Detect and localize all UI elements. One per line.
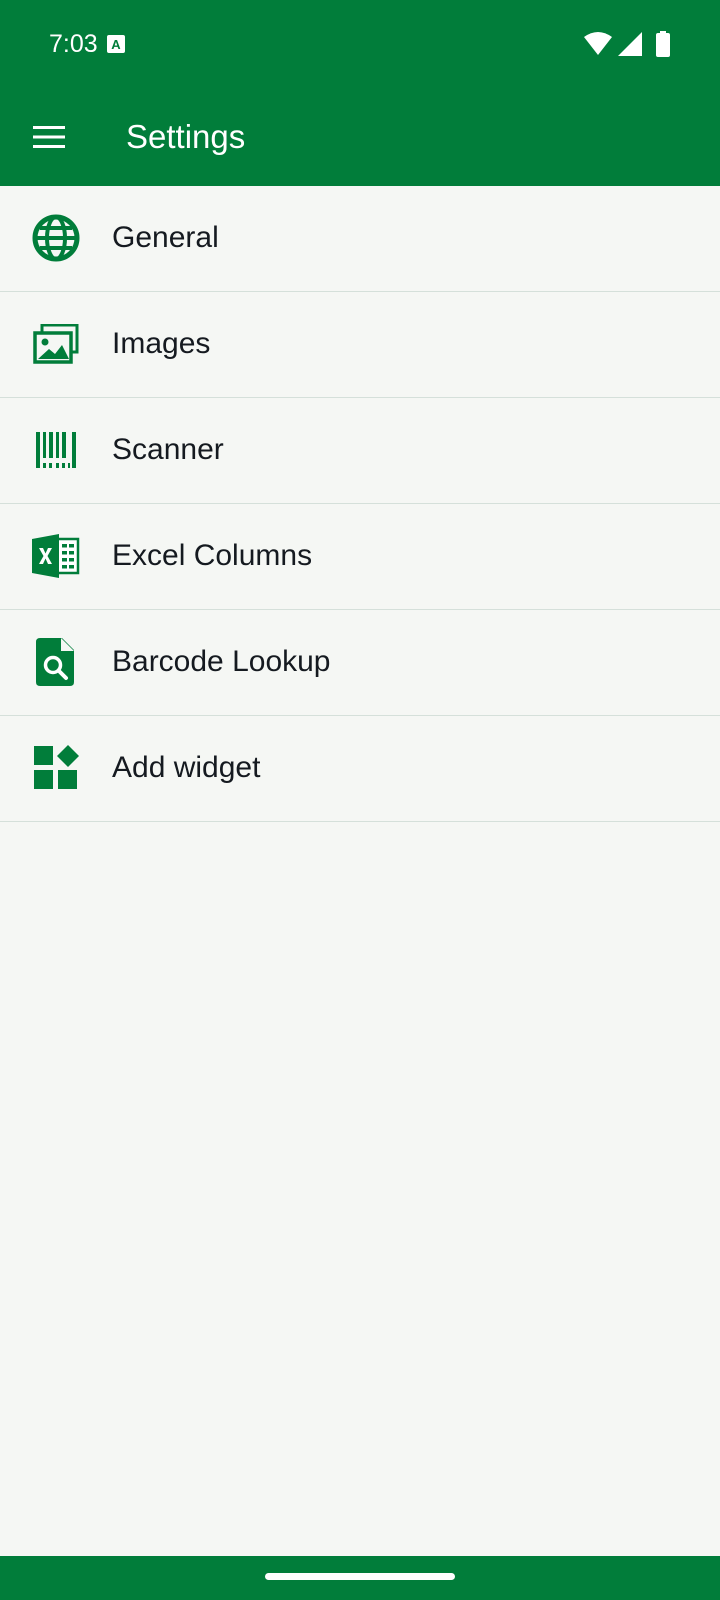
globe-icon [30, 212, 82, 264]
barcode-icon [30, 424, 82, 476]
excel-icon [30, 530, 82, 582]
settings-item-label: Scanner [112, 433, 224, 466]
navigation-bar [0, 1556, 720, 1600]
battery-icon [656, 31, 670, 57]
settings-item-label: General [112, 221, 219, 254]
settings-item-label: Images [112, 327, 211, 360]
page-title: Settings [126, 118, 246, 155]
menu-icon[interactable] [25, 113, 73, 161]
images-icon [30, 318, 82, 370]
settings-item-scanner[interactable]: Scanner [0, 398, 720, 504]
app-bar: Settings [0, 88, 720, 186]
settings-item-excel-columns[interactable]: Excel Columns [0, 504, 720, 610]
signal-icon [618, 32, 642, 56]
settings-item-label: Barcode Lookup [112, 645, 331, 678]
status-time: 7:03 [49, 30, 98, 58]
settings-item-general[interactable]: General [0, 186, 720, 292]
svg-text:A: A [111, 37, 121, 52]
home-indicator[interactable] [265, 1573, 455, 1580]
settings-item-add-widget[interactable]: Add widget [0, 716, 720, 822]
widgets-icon [30, 742, 82, 794]
settings-item-images[interactable]: Images [0, 292, 720, 398]
settings-item-label: Add widget [112, 751, 261, 784]
wifi-icon [584, 32, 612, 55]
settings-item-label: Excel Columns [112, 539, 313, 572]
settings-item-barcode-lookup[interactable]: Barcode Lookup [0, 610, 720, 716]
a-icon: A [107, 35, 125, 53]
status-bar: 7:03 A [0, 0, 720, 88]
document-search-icon [30, 636, 82, 688]
settings-list: General Images Scanner Excel Columns Bar… [0, 186, 720, 822]
